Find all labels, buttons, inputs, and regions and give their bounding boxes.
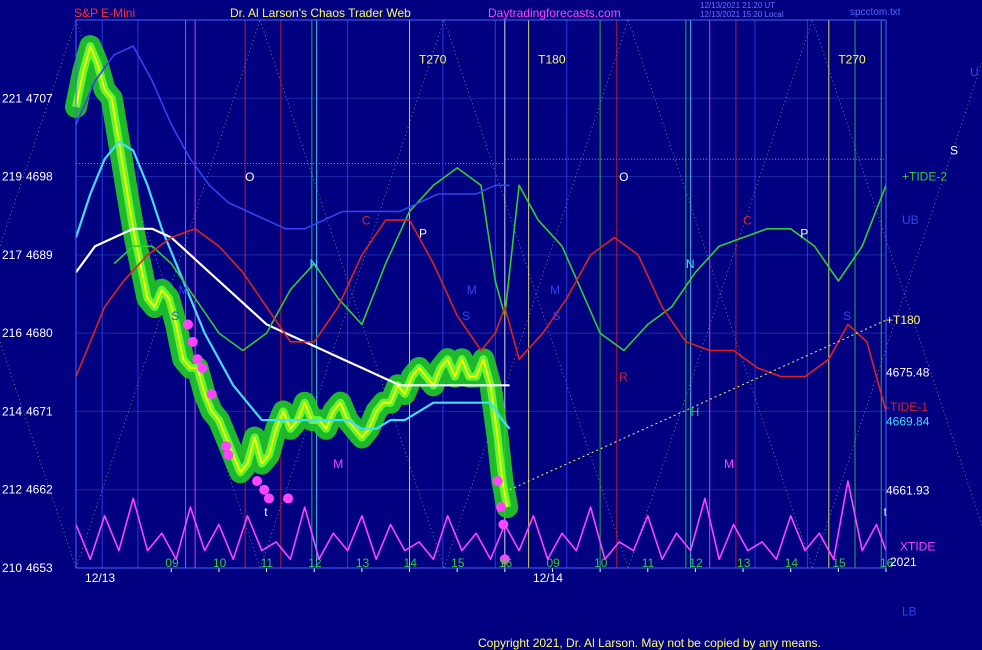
right-label: 4669.84 <box>886 415 930 429</box>
chart-annotation: N <box>686 257 695 271</box>
y-tick-label-left: 221 <box>2 91 22 105</box>
price-dot <box>187 336 198 347</box>
chart-annotation: P <box>419 226 427 240</box>
price-dot <box>263 493 274 504</box>
right-label: S <box>950 143 958 157</box>
y-tick-label: 4662 <box>26 483 53 497</box>
price-dot <box>223 449 234 460</box>
year-label: 2021 <box>890 555 917 569</box>
chart-annotation: C <box>743 213 752 227</box>
chart-annotation: O <box>245 170 254 184</box>
chart-annotation: P <box>800 226 808 240</box>
y-tick-label: 4689 <box>26 248 53 262</box>
chart-annotation: O <box>619 170 628 184</box>
chart-symbol: S&P E-Mini <box>74 6 135 20</box>
right-label: UB <box>902 213 919 227</box>
price-dot <box>252 476 263 487</box>
price-dot <box>197 362 208 373</box>
copyright-notice: Copyright 2021, Dr. Al Larson. May not b… <box>478 636 821 650</box>
price-dot <box>259 484 270 495</box>
chaos-chart: 221 4707 219 4698 217 4689 216 4680 214 4671 212 46… <box>0 0 982 650</box>
y-tick-label-left: 216 <box>2 326 22 340</box>
right-label: U <box>970 65 979 79</box>
chart-annotation: C <box>362 213 371 227</box>
right-label: XTIDE <box>900 539 935 553</box>
price-dot <box>221 441 232 452</box>
chart-title: Dr. Al Larson's Chaos Trader Web <box>230 6 411 20</box>
price-dot <box>496 502 507 513</box>
right-label: 4661.93 <box>886 483 930 497</box>
chart-annotation: S <box>462 309 470 323</box>
chart-annotation: M <box>467 283 477 297</box>
y-tick-label: 4698 <box>26 170 53 184</box>
site-name: Daytradingforecasts.com <box>488 6 621 20</box>
y-tick-label-left: 214 <box>2 404 22 418</box>
price-dot <box>192 354 203 365</box>
y-tick-label-left: 212 <box>2 483 22 497</box>
y-tick-label-left: 219 <box>2 170 22 184</box>
chart-annotation: M <box>724 457 734 471</box>
right-label: 4675.48 <box>886 365 930 379</box>
y-tick-label: 4671 <box>26 404 53 418</box>
price-dot <box>492 476 503 487</box>
chart-annotation: N <box>309 257 318 271</box>
timestamp-local: 12/13/2021 15:20 Local <box>700 10 784 19</box>
data-file-name: spcctom.txt <box>850 7 901 18</box>
chart-annotation: S <box>552 309 560 323</box>
chart-annotation: M <box>178 283 188 297</box>
chart-annotation: T270 <box>419 52 447 66</box>
price-dot <box>206 389 217 400</box>
chart-annotation: S <box>171 309 179 323</box>
y-tick-label: 4653 <box>26 561 53 575</box>
y-tick-label: 4707 <box>26 91 53 105</box>
chart-annotation: H <box>691 405 700 419</box>
date-label: 12/14 <box>533 571 563 585</box>
right-label: -TIDE-1 <box>886 400 928 414</box>
chart-annotation: T270 <box>838 52 866 66</box>
price-dot <box>283 493 294 504</box>
chart-annotation: T180 <box>538 52 566 66</box>
price-dot <box>182 319 193 330</box>
y-tick-label-left: 217 <box>2 248 22 262</box>
chart-annotation: S <box>843 309 851 323</box>
chart-annotation: R <box>619 370 628 384</box>
chart-annotation: M <box>550 283 560 297</box>
right-label: LB <box>902 604 917 618</box>
price-dot <box>498 519 509 530</box>
y-tick-label: 4680 <box>26 326 53 340</box>
chart-annotation: M <box>333 457 343 471</box>
right-label: +TIDE-2 <box>902 170 947 184</box>
date-label: 12/13 <box>85 571 115 585</box>
y-tick-label-left: 210 <box>2 561 22 575</box>
right-label: +T180 <box>886 313 921 327</box>
timestamp-ut: 12/13/2021 21:20 UT <box>700 1 775 10</box>
